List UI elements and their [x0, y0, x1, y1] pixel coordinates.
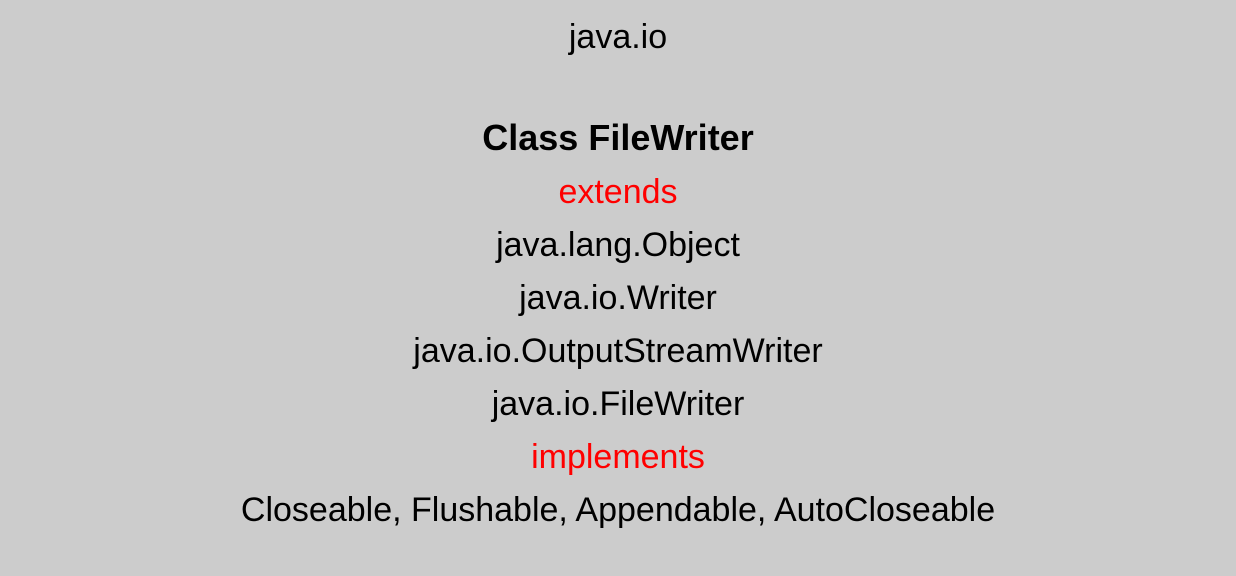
package-name: java.io — [569, 18, 667, 57]
implements-keyword: implements — [531, 438, 705, 477]
hierarchy-level-2: java.io.OutputStreamWriter — [413, 332, 822, 371]
implemented-interfaces: Closeable, Flushable, Appendable, AutoCl… — [241, 491, 995, 530]
hierarchy-level-1: java.io.Writer — [519, 279, 717, 318]
hierarchy-level-3: java.io.FileWriter — [492, 385, 745, 424]
hierarchy-level-0: java.lang.Object — [496, 226, 740, 265]
extends-keyword: extends — [558, 173, 677, 212]
class-title: Class FileWriter — [482, 117, 753, 159]
